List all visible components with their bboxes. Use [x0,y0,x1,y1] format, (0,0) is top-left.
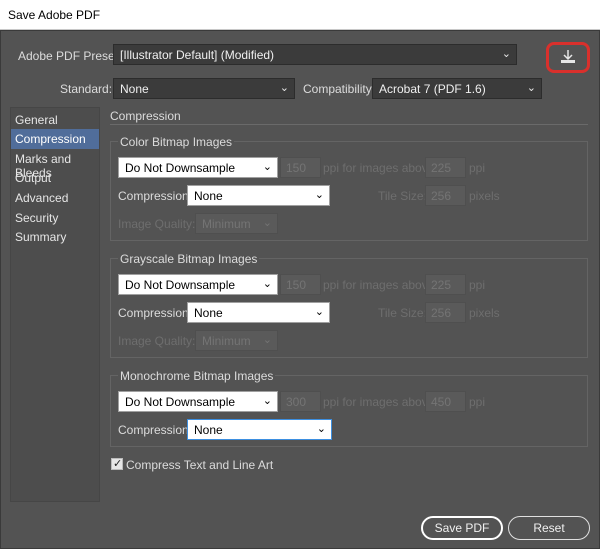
grayscale-ppi-field[interactable]: 150 [280,274,321,295]
chevron-down-icon: ⌄ [262,161,272,173]
grayscale-above-field[interactable]: 225 [425,274,466,295]
grayscale-group-title: Grayscale Bitmap Images [118,252,260,266]
grayscale-tile-field[interactable]: 256 [425,302,466,323]
grayscale-quality-value: Minimum [202,334,251,348]
nav-item-advanced[interactable]: Advanced [11,188,99,208]
color-tile-field[interactable]: 256 [425,185,466,206]
chevron-down-icon: ⌄ [314,306,324,318]
monochrome-ppi-unit: ppi [469,395,486,409]
monochrome-compression-value: None [194,423,223,437]
compatibility-label: Compatibility: [303,82,376,96]
color-ppi-above-label: ppi for images above [323,161,435,175]
grayscale-quality-select[interactable]: Minimum ⌄ [195,330,278,351]
standard-value: None [120,82,149,96]
chevron-down-icon: ⌄ [279,82,289,94]
grayscale-downsample-value: Do Not Downsample [125,278,236,292]
chevron-down-icon: ⌄ [316,423,326,435]
compress-text-checkbox[interactable]: ✓ [111,458,123,470]
color-quality-value: Minimum [202,217,251,231]
color-compression-value: None [194,189,223,203]
grayscale-tile-unit: pixels [469,306,500,320]
monochrome-compression-select[interactable]: None ⌄ [187,419,332,440]
compatibility-value: Acrobat 7 (PDF 1.6) [379,82,486,96]
grayscale-ppi-above-label: ppi for images above [323,278,435,292]
monochrome-group-title: Monochrome Bitmap Images [118,369,276,383]
preset-value: [Illustrator Default] (Modified) [120,48,275,62]
chevron-down-icon: ⌄ [262,217,272,229]
color-tile-unit: pixels [469,189,500,203]
grayscale-ppi-unit: ppi [469,278,486,292]
color-tile-label: Tile Size: [378,189,427,203]
save-pdf-button[interactable]: Save PDF [421,516,503,540]
chevron-down-icon: ⌄ [262,334,272,346]
nav-item-summary[interactable]: Summary [11,227,99,247]
monochrome-above-field[interactable]: 450 [425,391,466,412]
preset-select[interactable]: [Illustrator Default] (Modified) ⌄ [113,44,517,65]
checkmark-icon: ✓ [113,458,123,470]
nav-item-output[interactable]: Output [11,168,99,188]
reset-button[interactable]: Reset [508,516,590,540]
grayscale-downsample-select[interactable]: Do Not Downsample ⌄ [118,274,278,295]
category-list: General Compression Marks and Bleeds Out… [10,107,100,502]
color-downsample-select[interactable]: Do Not Downsample ⌄ [118,157,278,178]
monochrome-compression-label: Compression: [118,423,193,437]
chevron-down-icon: ⌄ [314,189,324,201]
preset-label: Adobe PDF Preset: [18,49,122,63]
standard-select[interactable]: None ⌄ [113,78,295,99]
color-ppi-field[interactable]: 150 [280,157,321,178]
save-preset-button[interactable] [546,42,590,73]
chevron-down-icon: ⌄ [501,48,511,60]
color-compression-select[interactable]: None ⌄ [187,185,330,206]
compress-text-label: Compress Text and Line Art [126,458,274,472]
nav-item-compression[interactable]: Compression [11,129,99,149]
standard-label: Standard: [60,82,113,96]
divider [110,124,588,125]
grayscale-compression-label: Compression: [118,306,193,320]
title-bar: Save Adobe PDF [0,0,600,30]
color-quality-label: Image Quality: [118,217,196,231]
monochrome-downsample-select[interactable]: Do Not Downsample ⌄ [118,391,278,412]
nav-item-security[interactable]: Security [11,208,99,228]
chevron-down-icon: ⌄ [262,278,272,290]
color-quality-select[interactable]: Minimum ⌄ [195,213,278,234]
grayscale-compression-value: None [194,306,223,320]
color-group-title: Color Bitmap Images [118,135,235,149]
section-title: Compression [110,109,181,123]
window-title: Save Adobe PDF [8,8,101,22]
grayscale-compression-select[interactable]: None ⌄ [187,302,330,323]
color-compression-label: Compression: [118,189,193,203]
monochrome-ppi-field[interactable]: 300 [280,391,321,412]
monochrome-ppi-above-label: ppi for images above [323,395,435,409]
chevron-down-icon: ⌄ [262,395,272,407]
grayscale-quality-label: Image Quality: [118,334,196,348]
save-preset-icon [561,50,575,63]
color-downsample-value: Do Not Downsample [125,161,236,175]
monochrome-downsample-value: Do Not Downsample [125,395,236,409]
color-ppi-unit: ppi [469,161,486,175]
chevron-down-icon: ⌄ [526,82,536,94]
grayscale-tile-label: Tile Size: [378,306,427,320]
color-above-field[interactable]: 225 [425,157,466,178]
nav-item-general[interactable]: General [11,110,99,130]
compatibility-select[interactable]: Acrobat 7 (PDF 1.6) ⌄ [372,78,542,99]
nav-item-marks-and-bleeds[interactable]: Marks and Bleeds [11,149,99,180]
